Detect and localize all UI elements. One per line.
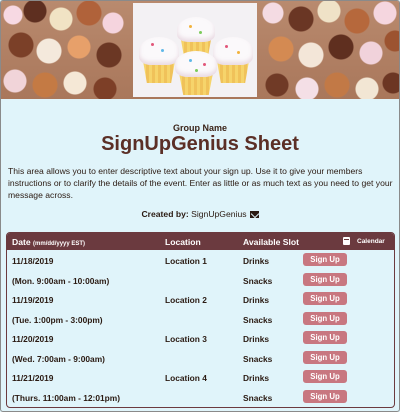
sign-up-button[interactable]: Sign Up: [303, 272, 347, 286]
table-row: 11/20/2019 Location 3 Drinks Sign Up: [7, 328, 394, 348]
page-title: SignUpGenius Sheet: [101, 133, 299, 155]
event-date: 11/21/2019: [12, 373, 54, 383]
cupcake-banner-image: [1, 1, 399, 99]
slot-name: Snacks: [243, 353, 273, 364]
calendar-link[interactable]: Calendar: [357, 238, 385, 245]
created-by-name: SignUpGenius: [191, 209, 247, 219]
event-time: (Wed. 7:00am - 9:00am): [12, 353, 105, 364]
column-date: Date (mm/dd/yyyy EST): [12, 237, 86, 247]
event-date: 11/20/2019: [12, 334, 54, 344]
created-by: Created by: SignUpGenius: [1, 209, 399, 219]
sign-up-button[interactable]: Sign Up: [303, 311, 347, 325]
table-row: (Mon. 9:00am - 10:00am) Snacks Sign Up: [7, 270, 394, 290]
group-name: Group Name: [172, 123, 227, 133]
signup-sheet: Group Name SignUpGenius Sheet This area …: [0, 0, 400, 412]
table-row: (Wed. 7:00am - 9:00am) Snacks Sign Up: [7, 348, 394, 368]
slot-name: Snacks: [243, 314, 273, 325]
sign-up-button[interactable]: Sign Up: [303, 292, 347, 305]
calendar-icon[interactable]: [343, 237, 350, 245]
sign-up-button[interactable]: Sign Up: [303, 389, 347, 403]
slot-name: Drinks: [243, 295, 270, 305]
event-date: 11/18/2019: [12, 256, 54, 266]
slot-name: Drinks: [243, 256, 270, 266]
table-row: 11/19/2019 Location 2 Drinks Sign Up: [7, 289, 394, 309]
event-location: Location 1: [165, 256, 207, 266]
event-time: (Thurs. 11:00am - 12:01pm): [12, 392, 120, 403]
created-by-label: Created by:: [141, 209, 189, 219]
sign-up-button[interactable]: Sign Up: [303, 350, 347, 364]
sign-up-button[interactable]: Sign Up: [303, 253, 347, 266]
column-location: Location: [165, 237, 201, 247]
sign-up-button[interactable]: Sign Up: [303, 370, 347, 383]
slot-name: Drinks: [243, 334, 270, 344]
event-location: Location 4: [165, 373, 207, 383]
event-location: Location 3: [165, 334, 207, 344]
signup-table: Date (mm/dd/yyyy EST) Location Available…: [6, 232, 395, 408]
table-row: 11/21/2019 Location 4 Drinks Sign Up: [7, 367, 394, 387]
table-row: 11/18/2019 Location 1 Drinks Sign Up: [7, 250, 394, 270]
table-row: (Thurs. 11:00am - 12:01pm) Snacks Sign Up: [7, 387, 394, 407]
event-date: 11/19/2019: [12, 295, 54, 305]
table-row: (Tue. 1:00pm - 3:00pm) Snacks Sign Up: [7, 309, 394, 329]
table-body: 11/18/2019 Location 1 Drinks Sign Up (Mon. 9…: [7, 250, 394, 406]
event-time: (Tue. 1:00pm - 3:00pm): [12, 314, 103, 325]
slot-name: Snacks: [243, 392, 273, 403]
description-text: This area allows you to enter descriptiv…: [8, 166, 393, 201]
sign-up-button[interactable]: Sign Up: [303, 331, 347, 344]
slot-name: Drinks: [243, 373, 270, 383]
cupcake-photo: [133, 3, 257, 97]
column-slot: Available Slot: [243, 237, 300, 247]
event-location: Location 2: [165, 295, 207, 305]
mail-icon[interactable]: [249, 211, 259, 218]
slot-name: Snacks: [243, 275, 273, 286]
table-header: Date (mm/dd/yyyy EST) Location Available…: [7, 233, 394, 250]
event-time: (Mon. 9:00am - 10:00am): [12, 275, 110, 286]
